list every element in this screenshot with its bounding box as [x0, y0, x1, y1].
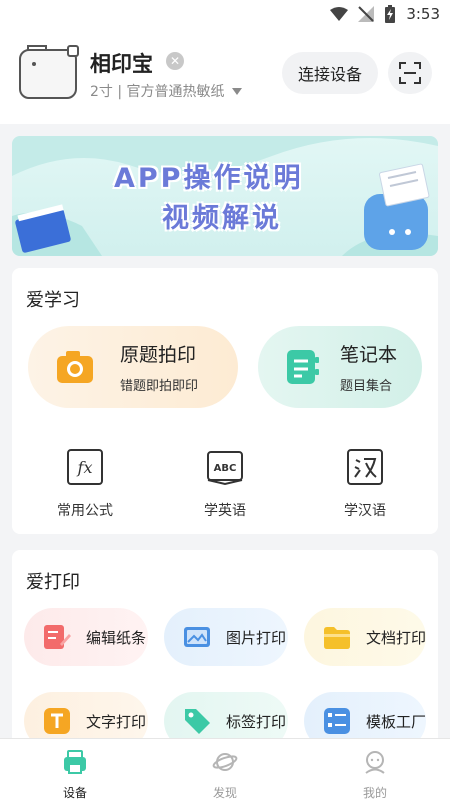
svg-text:ABC: ABC — [214, 463, 237, 474]
wifi-icon — [330, 7, 349, 21]
chinese-tool[interactable]: 学汉语 — [320, 448, 410, 520]
tab-device-label: 设备 — [62, 786, 87, 800]
learn-section: 爱学习 原题拍印 错题即拍即印 笔记本 题目集合 fx 常用公式 ABC 学英语… — [12, 268, 438, 534]
caret-down-icon — [231, 87, 242, 95]
photo-print-tile[interactable]: 原题拍印 错题即拍即印 — [28, 326, 238, 408]
print-section-title: 爱打印 — [26, 572, 80, 593]
english-tool[interactable]: ABC 学英语 — [180, 448, 270, 520]
scan-icon — [399, 62, 421, 84]
device-header: 相印宝 ✕ 2寸 | 官方普通热敏纸 连接设备 — [0, 32, 450, 124]
device-name: 相印宝 — [90, 52, 153, 76]
template-icon — [324, 708, 350, 734]
scan-button[interactable] — [388, 52, 432, 94]
english-label: 学英语 — [204, 503, 246, 519]
formula-tool[interactable]: fx 常用公式 — [40, 448, 130, 520]
bottom-tab-bar: 设备 发现 我的 — [0, 738, 450, 800]
formula-icon: fx — [67, 449, 103, 485]
banner-title-line1: APP操作说明 — [114, 163, 304, 194]
tab-device[interactable]: 设备 — [0, 739, 150, 800]
chinese-label: 学汉语 — [344, 503, 386, 519]
chinese-char-icon — [347, 449, 383, 485]
tutorial-banner[interactable]: APP操作说明 视频解说 — [12, 136, 438, 256]
tab-profile-label: 我的 — [362, 786, 387, 800]
text-print-label: 文字打印 — [86, 712, 147, 731]
svg-text:fx: fx — [77, 458, 93, 477]
print-section: 爱打印 编辑纸条 图片打印 文档打印 文字打印 标签打印 模板工厂 — [12, 550, 438, 760]
photo-print-subtitle: 错题即拍即印 — [120, 379, 199, 394]
status-icons: 3:53 — [330, 5, 440, 23]
edit-note-label: 编辑纸条 — [86, 628, 147, 647]
edit-note-button[interactable]: 编辑纸条 — [24, 608, 148, 666]
document-print-label: 文档打印 — [366, 628, 427, 647]
tab-discover[interactable]: 发现 — [150, 739, 300, 800]
photo-print-label: 原题拍印 — [120, 344, 197, 366]
notebook-label: 笔记本 — [340, 344, 398, 366]
no-signal-icon — [358, 6, 375, 22]
folder-icon — [324, 627, 350, 649]
tag-icon — [185, 709, 210, 734]
label-print-label: 标签打印 — [226, 712, 287, 731]
printer-icon — [64, 750, 86, 774]
battery-charging-icon — [385, 5, 396, 23]
image-icon — [184, 627, 210, 647]
printer-avatar-icon — [19, 45, 79, 99]
notebook-icon — [287, 350, 319, 384]
paper-type-label: 2寸 | 官方普通热敏纸 — [90, 84, 225, 100]
status-bar: 3:53 — [0, 0, 450, 32]
paper-selector[interactable]: 2寸 | 官方普通热敏纸 — [90, 81, 242, 101]
connect-device-button[interactable]: 连接设备 — [282, 52, 378, 94]
text-t-icon — [44, 708, 70, 734]
abc-book-icon: ABC — [207, 451, 243, 486]
formula-label: 常用公式 — [57, 503, 113, 519]
banner-title-line2: 视频解说 — [162, 203, 282, 234]
template-factory-label: 模板工厂 — [366, 712, 427, 731]
status-time: 3:53 — [406, 5, 440, 23]
tab-profile[interactable]: 我的 — [300, 739, 450, 800]
learn-section-title: 爱学习 — [26, 290, 80, 311]
camera-icon — [57, 351, 93, 383]
planet-icon — [212, 753, 238, 771]
edit-note-icon — [44, 625, 71, 649]
profile-icon — [365, 751, 385, 774]
image-print-label: 图片打印 — [226, 628, 287, 647]
notebook-tile[interactable]: 笔记本 题目集合 — [258, 326, 422, 408]
notebook-subtitle: 题目集合 — [340, 379, 393, 394]
tab-discover-label: 发现 — [212, 786, 237, 800]
close-icon[interactable]: ✕ — [166, 52, 184, 70]
document-print-button[interactable]: 文档打印 — [304, 608, 426, 666]
image-print-button[interactable]: 图片打印 — [164, 608, 288, 666]
